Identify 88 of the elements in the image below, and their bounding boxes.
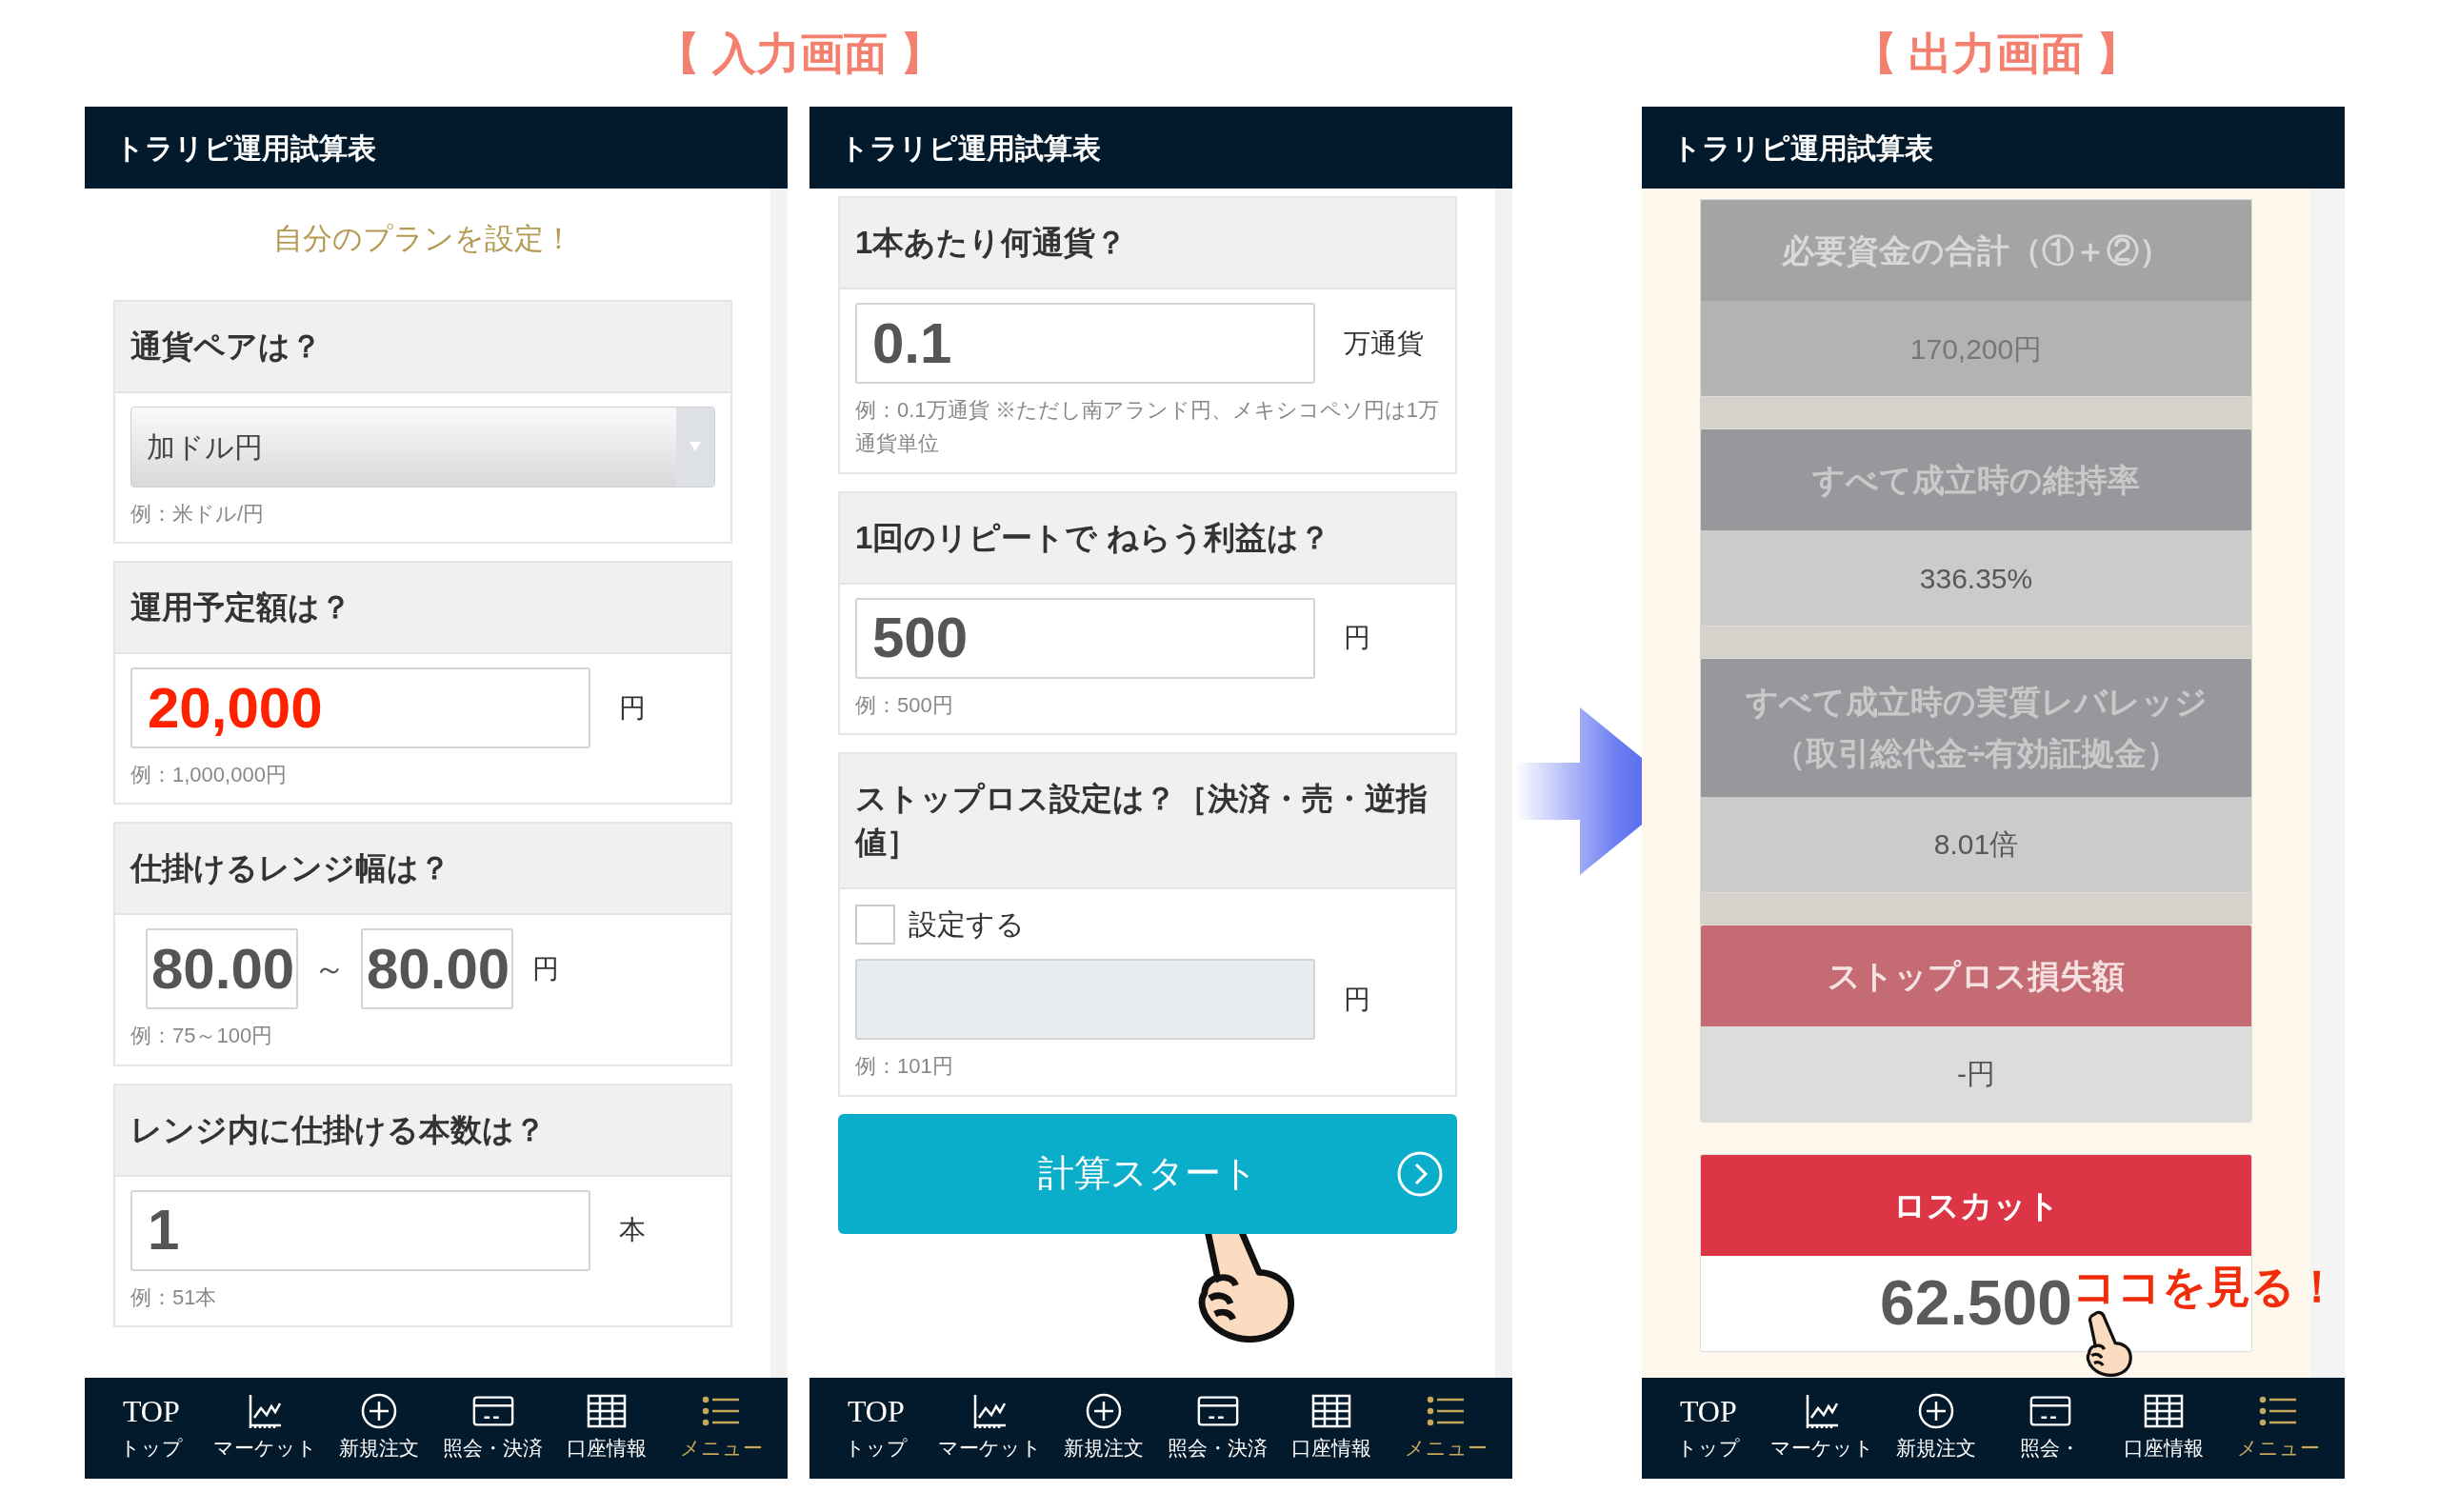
hint-text: 例：500円 xyxy=(855,691,954,719)
nav-label: トップ xyxy=(1676,1436,1740,1462)
result-value: 62.500 xyxy=(1880,1266,2072,1341)
nav-item[interactable]: 口座情報 xyxy=(1279,1392,1385,1464)
unit-label: 本 xyxy=(619,1214,646,1247)
nav-item[interactable]: TOP トップ xyxy=(98,1392,204,1464)
section-heading: 1本あたり何通貨？ xyxy=(840,198,1455,290)
input-field[interactable]: 1 xyxy=(130,1189,590,1271)
chevron-circle-icon xyxy=(1396,1149,1444,1198)
nav-label: 口座情報 xyxy=(567,1436,648,1462)
nav-item[interactable]: 新規注文 xyxy=(1884,1392,1989,1464)
hint-text: 例：75～100円 xyxy=(130,1023,274,1050)
nav-label: トップ xyxy=(844,1436,908,1462)
result-value: 336.35% xyxy=(1919,561,2033,596)
intro-text: 自分のプランを設定！ xyxy=(271,221,574,257)
section-heading: 通貨ペアは？ xyxy=(115,301,730,393)
nav-item[interactable]: マーケット xyxy=(212,1392,318,1464)
nav-item[interactable]: 照会・決済 xyxy=(440,1392,546,1464)
nav-item[interactable]: 新規注文 xyxy=(1051,1392,1157,1464)
nav-label: 照会・決済 xyxy=(443,1436,544,1462)
input-field[interactable]: 80.00 xyxy=(361,928,513,1010)
nav-item[interactable]: メニュー xyxy=(1393,1392,1499,1464)
top-label: TOP xyxy=(847,1393,905,1431)
checkbox-label: 設定する xyxy=(909,907,1025,943)
section-heading: 運用予定額は？ xyxy=(115,562,730,655)
app-title: トラリピ運用試算表 xyxy=(1672,130,1933,166)
section-heading: ストップロス設定は？［決済・売・逆指値］ xyxy=(840,753,1455,890)
top-label: TOP xyxy=(1679,1393,1737,1431)
nav-item[interactable]: 口座情報 xyxy=(554,1392,660,1464)
input-field[interactable]: 80.00 xyxy=(146,928,298,1010)
result-label: ロスカット xyxy=(1892,1185,2060,1225)
nav-item[interactable]: マーケット xyxy=(1769,1392,1875,1464)
result-value: -円 xyxy=(1957,1057,1995,1092)
caption-heading: 【 入力画面 】 xyxy=(656,27,944,80)
input-field[interactable]: 20,000 xyxy=(130,667,590,749)
nav-label: 口座情報 xyxy=(2124,1436,2205,1462)
nav-label: マーケット xyxy=(1770,1436,1874,1462)
nav-item[interactable]: 新規注文 xyxy=(327,1392,432,1464)
hint-text: 例：0.1万通貨 ※ただし南アランド円、メキシコペソ円は1万通貨単位 xyxy=(855,397,1440,458)
nav-label: 照会・決済 xyxy=(1168,1436,1269,1462)
hint-text: 例：米ドル/円 xyxy=(130,500,266,527)
section-heading: レンジ内に仕掛ける本数は？ xyxy=(115,1084,730,1177)
nav-label: 新規注文 xyxy=(1896,1436,1977,1462)
plus-circle-icon xyxy=(1085,1392,1124,1431)
hint-text: 例：101円 xyxy=(855,1053,954,1081)
nav-item[interactable]: 照会・決済 xyxy=(1165,1392,1270,1464)
nav-item[interactable]: 口座情報 xyxy=(2111,1392,2217,1464)
caption-heading: 【 出力画面 】 xyxy=(1852,27,2141,80)
section-heading: 仕掛けるレンジ幅は？ xyxy=(115,824,730,916)
nav-item[interactable]: TOP トップ xyxy=(823,1392,929,1464)
hint-text: 例：51本 xyxy=(130,1283,218,1311)
nav-label: 照会・ xyxy=(2020,1436,2081,1462)
result-label: ストップロス損失額 xyxy=(1828,956,2125,996)
input-field[interactable]: 0.1 xyxy=(855,303,1315,385)
section-heading: 1回のリピートで ねらう利益は？ xyxy=(840,492,1455,585)
nav-label: メニュー xyxy=(679,1436,763,1462)
unit-label: 万通貨 xyxy=(1344,327,1424,360)
hint-text: 例：1,000,000円 xyxy=(130,762,288,789)
nav-label: トップ xyxy=(119,1436,183,1462)
checkbox[interactable] xyxy=(855,904,895,945)
callout-text: ココを見る！ xyxy=(2072,1261,2339,1313)
unit-label: 円 xyxy=(1344,983,1370,1016)
unit-label: 円 xyxy=(619,691,646,725)
result-value: 170,200円 xyxy=(1909,331,2043,367)
nav-label: 新規注文 xyxy=(339,1436,420,1462)
nav-item[interactable]: マーケット xyxy=(937,1392,1043,1464)
plus-circle-icon xyxy=(360,1392,399,1431)
nav-label: 口座情報 xyxy=(1291,1436,1372,1462)
nav-label: メニュー xyxy=(2236,1436,2320,1462)
top-label: TOP xyxy=(122,1393,180,1431)
nav-item[interactable]: TOP トップ xyxy=(1655,1392,1761,1464)
dropdown[interactable]: 加ドル円 xyxy=(130,406,715,487)
input-field[interactable]: 500 xyxy=(855,597,1315,679)
nav-label: 新規注文 xyxy=(1064,1436,1145,1462)
nav-item[interactable]: 照会・ xyxy=(1997,1392,2103,1464)
plus-circle-icon xyxy=(1917,1392,1956,1431)
nav-label: メニュー xyxy=(1404,1436,1488,1462)
nav-label: マーケット xyxy=(938,1436,1042,1462)
result-value: 8.01倍 xyxy=(1933,827,2019,863)
app-title: トラリピ運用試算表 xyxy=(840,130,1101,166)
nav-item[interactable]: メニュー xyxy=(669,1392,774,1464)
unit-label: 円 xyxy=(1344,622,1370,655)
unit-label: 円 xyxy=(532,952,559,985)
caret-icon xyxy=(689,442,701,452)
nav-item[interactable]: メニュー xyxy=(2226,1392,2331,1464)
range-separator: ～ xyxy=(312,949,347,989)
nav-label: マーケット xyxy=(213,1436,317,1462)
app-title: トラリピ運用試算表 xyxy=(115,130,376,166)
